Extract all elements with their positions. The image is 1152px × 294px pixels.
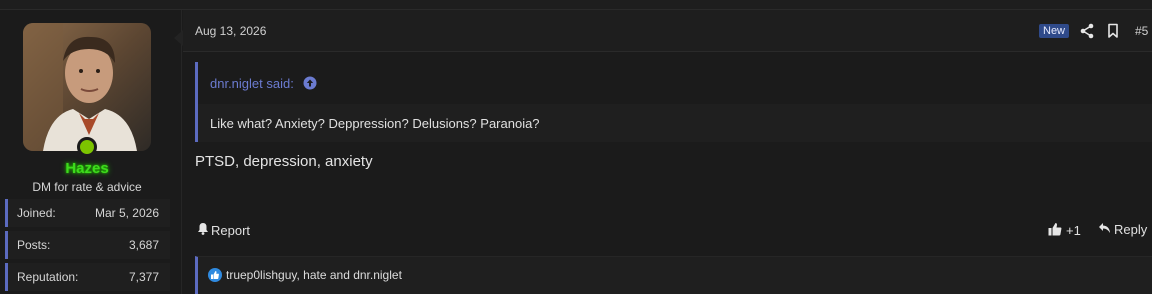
avatar-image (23, 23, 151, 151)
bookmark-icon[interactable] (1107, 23, 1121, 39)
post-number-link[interactable]: #5 (1135, 24, 1148, 38)
share-icon[interactable] (1080, 23, 1094, 39)
stat-label: Reputation: (17, 270, 79, 284)
like-button[interactable]: +1 (1048, 222, 1081, 239)
username[interactable]: Hazes (0, 160, 174, 177)
reply-icon (1098, 222, 1111, 237)
stat-value: Mar 5, 2026 (94, 206, 159, 220)
report-button[interactable]: Report (197, 222, 250, 238)
arrow-up-circle-icon[interactable] (303, 76, 317, 90)
stat-label: Joined: (17, 206, 56, 220)
bell-icon (197, 222, 209, 238)
thumbs-up-icon (1048, 222, 1062, 239)
quote-header: dnr.niglet said: (198, 62, 1152, 104)
reply-label: Reply (1114, 222, 1148, 237)
stat-reputation: Reputation: 7,377 (5, 263, 170, 291)
stat-value: 3,687 (128, 238, 159, 252)
online-status-dot (77, 137, 97, 157)
stat-posts: Posts: 3,687 (5, 231, 170, 259)
like-reaction-icon (208, 268, 222, 282)
report-label: Report (211, 222, 251, 238)
reply-button[interactable]: Reply (1098, 222, 1147, 237)
quote-block: dnr.niglet said: Like what? Anxiety? Dep… (195, 62, 1152, 142)
post-header: Aug 13, 2026 New #5 (183, 10, 1152, 52)
reactions-bar[interactable]: truep0lishguy, hate and dnr.niglet (195, 256, 1152, 294)
post-date[interactable]: Aug 13, 2026 (195, 24, 266, 38)
top-divider (0, 0, 1152, 10)
post-arrow-notch (174, 30, 183, 46)
like-count: +1 (1066, 223, 1081, 238)
stat-label: Posts: (17, 238, 51, 252)
quote-author-link[interactable]: dnr.niglet said: (210, 76, 294, 91)
user-sidebar: Hazes DM for rate & advice Joined: Mar 5… (0, 10, 182, 294)
quote-text: Like what? Anxiety? Deppression? Delusio… (210, 116, 540, 131)
new-badge: New (1039, 24, 1070, 38)
avatar[interactable] (23, 23, 151, 151)
reactions-users[interactable]: truep0lishguy, hate and dnr.niglet (226, 268, 402, 282)
stat-value: 7,377 (128, 270, 159, 284)
user-title: DM for rate & advice (32, 180, 142, 194)
stat-joined: Joined: Mar 5, 2026 (5, 199, 170, 227)
post-body-text: PTSD, depression, anxiety (195, 153, 373, 170)
